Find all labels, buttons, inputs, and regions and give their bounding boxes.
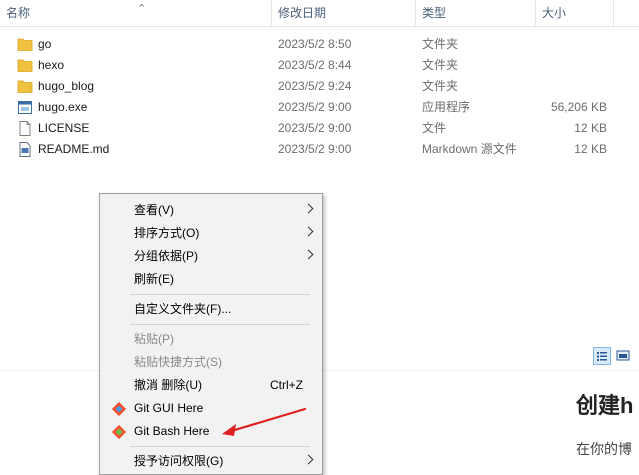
- context-menu: 查看(V) 排序方式(O) 分组依据(P) 刷新(E) 自定义文件夹(F)...…: [99, 193, 323, 475]
- file-size: 12 KB: [574, 121, 607, 135]
- menu-item-label: 刷新(E): [134, 272, 174, 286]
- file-icon: [19, 121, 31, 136]
- file-date: 2023/5/2 8:50: [278, 37, 352, 51]
- menu-item-git-gui[interactable]: Git GUI Here: [100, 397, 322, 420]
- file-row-go[interactable]: go 2023/5/2 8:50 文件夹: [0, 34, 639, 55]
- menu-item-undo-delete[interactable]: 撤消 删除(U) Ctrl+Z: [100, 374, 322, 397]
- file-row-hugo-exe[interactable]: hugo.exe 2023/5/2 9:00 应用程序 56,206 KB: [0, 97, 639, 118]
- menu-separator: [130, 294, 310, 295]
- file-date: 2023/5/2 9:00: [278, 100, 352, 114]
- webpage-heading: 创建h: [576, 393, 634, 418]
- folder-icon: [17, 59, 33, 72]
- details-view-button[interactable]: [593, 347, 611, 365]
- menu-item-group[interactable]: 分组依据(P): [100, 245, 322, 268]
- column-date-header[interactable]: 修改日期: [272, 0, 416, 26]
- menu-item-view[interactable]: 查看(V): [100, 199, 322, 222]
- markdown-icon: [19, 142, 31, 157]
- file-date: 2023/5/2 9:00: [278, 121, 352, 135]
- file-date: 2023/5/2 9:24: [278, 79, 352, 93]
- column-date-label: 修改日期: [278, 6, 327, 20]
- menu-item-label: 粘贴(P): [134, 332, 174, 346]
- file-size: 12 KB: [574, 142, 607, 156]
- git-bash-icon: [112, 425, 126, 439]
- column-type-label: 类型: [422, 6, 447, 20]
- menu-separator: [130, 324, 310, 325]
- column-name-header[interactable]: 名称 ⌃: [0, 0, 272, 26]
- column-type-header[interactable]: 类型: [416, 0, 536, 26]
- git-gui-icon: [112, 402, 126, 416]
- webpage-paragraph: 在你的博: [576, 441, 632, 457]
- menu-item-label: 自定义文件夹(F)...: [134, 302, 232, 316]
- column-header: 名称 ⌃ 修改日期 类型 大小: [0, 0, 639, 27]
- menu-item-sort[interactable]: 排序方式(O): [100, 222, 322, 245]
- submenu-arrow-icon: [303, 203, 314, 214]
- large-icons-view-button[interactable]: [615, 347, 633, 365]
- submenu-arrow-icon: [303, 226, 314, 237]
- menu-item-refresh[interactable]: 刷新(E): [100, 268, 322, 291]
- file-type: 文件: [422, 121, 447, 135]
- menu-item-label: 排序方式(O): [134, 226, 200, 240]
- menu-item-label: Git Bash Here: [134, 424, 210, 438]
- menu-item-label: 查看(V): [134, 203, 174, 217]
- menu-item-label: 撤消 删除(U): [134, 378, 202, 392]
- file-name: README.md: [38, 142, 110, 156]
- file-date: 2023/5/2 9:00: [278, 142, 352, 156]
- folder-icon: [17, 80, 33, 93]
- menu-item-label: Git GUI Here: [134, 401, 204, 415]
- file-name: go: [38, 37, 52, 51]
- file-name: hexo: [38, 58, 65, 72]
- exe-icon: [18, 101, 32, 114]
- submenu-arrow-icon: [303, 454, 314, 465]
- menu-item-paste-shortcut[interactable]: 粘贴快捷方式(S): [100, 351, 322, 374]
- file-type: 文件夹: [422, 58, 459, 72]
- column-size-label: 大小: [542, 6, 567, 20]
- details-view-icon: [597, 352, 607, 361]
- file-row-license[interactable]: LICENSE 2023/5/2 9:00 文件 12 KB: [0, 118, 639, 139]
- menu-separator: [130, 446, 310, 447]
- column-name-label: 名称: [6, 6, 31, 20]
- menu-item-paste[interactable]: 粘贴(P): [100, 328, 322, 351]
- menu-item-label: 分组依据(P): [134, 249, 198, 263]
- menu-item-shortcut: Ctrl+Z: [270, 378, 303, 392]
- submenu-arrow-icon: [303, 249, 314, 260]
- file-size: 56,206 KB: [550, 100, 607, 114]
- file-date: 2023/5/2 8:44: [278, 58, 352, 72]
- file-row-hexo[interactable]: hexo 2023/5/2 8:44 文件夹: [0, 55, 639, 76]
- file-name: LICENSE: [38, 121, 90, 135]
- file-type: 文件夹: [422, 79, 459, 93]
- menu-item-customize-folder[interactable]: 自定义文件夹(F)...: [100, 298, 322, 321]
- menu-item-label: 授予访问权限(G): [134, 454, 224, 468]
- folder-icon: [17, 38, 33, 51]
- file-list: go 2023/5/2 8:50 文件夹 hexo 2023/5/2 8:44 …: [0, 34, 639, 160]
- file-type: Markdown 源文件: [422, 142, 517, 156]
- file-row-readme[interactable]: README.md 2023/5/2 9:00 Markdown 源文件 12 …: [0, 139, 639, 160]
- file-row-hugo-blog[interactable]: hugo_blog 2023/5/2 9:24 文件夹: [0, 76, 639, 97]
- menu-item-git-bash[interactable]: Git Bash Here: [100, 420, 322, 443]
- menu-item-label: 粘贴快捷方式(S): [134, 355, 222, 369]
- file-name: hugo.exe: [38, 100, 88, 114]
- menu-item-give-access[interactable]: 授予访问权限(G): [100, 450, 322, 473]
- sort-ascending-icon: ⌃: [137, 3, 147, 15]
- file-type: 应用程序: [422, 100, 471, 114]
- column-size-header[interactable]: 大小: [536, 0, 614, 26]
- large-icons-view-icon: [616, 350, 630, 361]
- file-name: hugo_blog: [38, 79, 95, 93]
- file-type: 文件夹: [422, 37, 459, 51]
